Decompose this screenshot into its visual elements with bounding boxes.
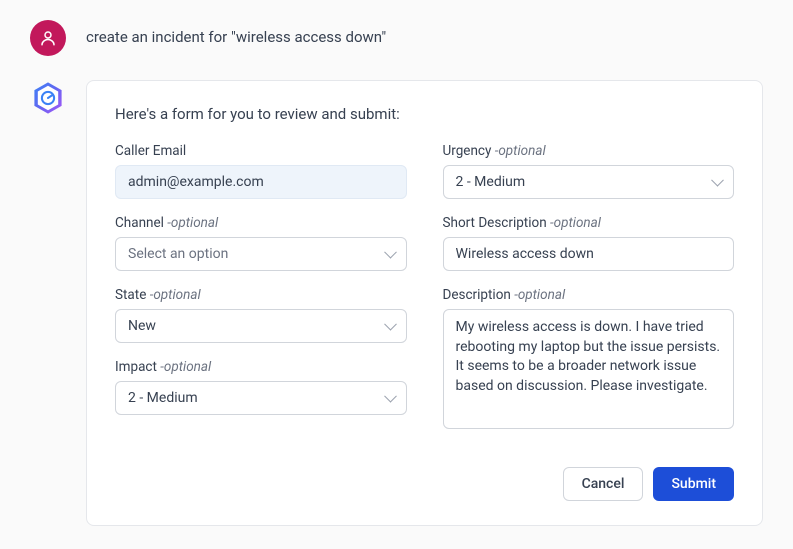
impact-select-wrap: 2 - Medium bbox=[115, 381, 407, 415]
cancel-button[interactable]: Cancel bbox=[563, 467, 644, 501]
form-intro: Here's a form for you to review and subm… bbox=[115, 105, 734, 123]
urgency-select[interactable]: 2 - Medium bbox=[443, 165, 735, 199]
field-urgency: Urgency -optional 2 - Medium bbox=[443, 143, 735, 199]
field-state: State -optional New bbox=[115, 287, 407, 343]
field-description: Description -optional bbox=[443, 287, 735, 433]
form-col-left: Caller Email admin@example.com Channel -… bbox=[115, 143, 407, 449]
urgency-select-wrap: 2 - Medium bbox=[443, 165, 735, 199]
hexagon-icon bbox=[31, 81, 65, 115]
field-short-description: Short Description -optional bbox=[443, 215, 735, 271]
person-icon bbox=[39, 29, 57, 47]
description-textarea[interactable] bbox=[443, 309, 735, 429]
field-impact: Impact -optional 2 - Medium bbox=[115, 359, 407, 415]
user-message-row: create an incident for "wireless access … bbox=[30, 20, 763, 56]
user-message: create an incident for "wireless access … bbox=[86, 20, 386, 46]
short-description-input[interactable] bbox=[443, 237, 735, 271]
description-label: Description -optional bbox=[443, 287, 735, 303]
form-grid: Caller Email admin@example.com Channel -… bbox=[115, 143, 734, 449]
impact-select[interactable]: 2 - Medium bbox=[115, 381, 407, 415]
caller-email-label: Caller Email bbox=[115, 143, 407, 159]
impact-label: Impact -optional bbox=[115, 359, 407, 375]
field-caller-email: Caller Email admin@example.com bbox=[115, 143, 407, 199]
form-col-right: Urgency -optional 2 - Medium Short Descr… bbox=[443, 143, 735, 449]
assistant-row: Here's a form for you to review and subm… bbox=[30, 80, 763, 526]
channel-select[interactable]: Select an option bbox=[115, 237, 407, 271]
channel-label: Channel -optional bbox=[115, 215, 407, 231]
state-select[interactable]: New bbox=[115, 309, 407, 343]
assistant-avatar bbox=[30, 80, 66, 116]
form-card: Here's a form for you to review and subm… bbox=[86, 80, 763, 526]
state-select-wrap: New bbox=[115, 309, 407, 343]
channel-select-wrap: Select an option bbox=[115, 237, 407, 271]
short-description-label: Short Description -optional bbox=[443, 215, 735, 231]
form-actions: Cancel Submit bbox=[115, 467, 734, 501]
state-label: State -optional bbox=[115, 287, 407, 303]
caller-email-input[interactable]: admin@example.com bbox=[115, 165, 407, 199]
user-avatar bbox=[30, 20, 66, 56]
field-channel: Channel -optional Select an option bbox=[115, 215, 407, 271]
urgency-label: Urgency -optional bbox=[443, 143, 735, 159]
submit-button[interactable]: Submit bbox=[653, 467, 734, 501]
